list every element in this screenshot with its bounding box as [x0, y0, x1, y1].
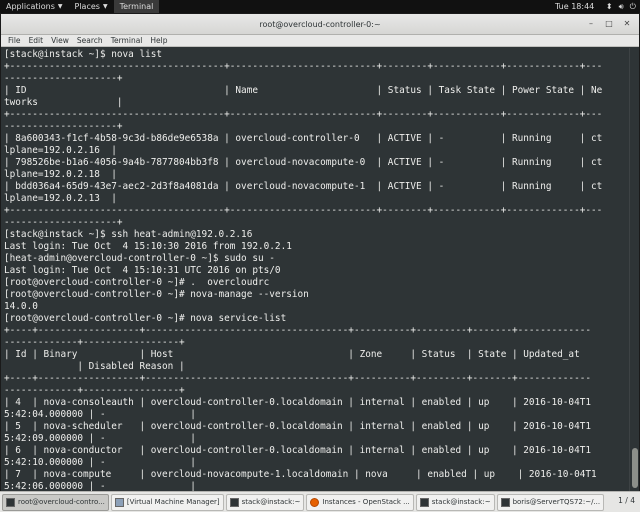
terminal-line: +----+------------------+---------------… — [4, 373, 591, 384]
taskbar-item-virt-manager[interactable]: [Virtual Machine Manager] — [110, 493, 224, 511]
terminal-line: | ID | Name | Status | Task State | Powe… — [4, 85, 603, 96]
taskbar-item-stack-terminal-2[interactable]: stack@instack:~ — [415, 493, 495, 511]
window-title: root@overcloud-controller-0:~ — [259, 19, 381, 29]
taskbar-item-label: Instances - OpenStack ... — [322, 498, 410, 506]
top-panel: Applications ▼ Places ▼ Terminal Tue 18:… — [0, 0, 640, 13]
terminal-line: [stack@instack ~]$ ssh heat-admin@192.0.… — [4, 229, 253, 240]
terminal-app-menu[interactable]: Terminal — [113, 0, 160, 13]
maximize-icon[interactable]: □ — [603, 18, 615, 30]
terminal-line: [root@overcloud-controller-0 ~]# nova-ma… — [4, 289, 309, 300]
taskbar-item-stack-terminal[interactable]: stack@instack:~ — [225, 493, 305, 511]
vm-icon — [114, 497, 124, 507]
taskbar-item-label: stack@instack:~ — [241, 498, 301, 506]
terminal-line: 14.0.0 — [4, 301, 38, 312]
terminal-line: | 6 | nova-conductor | overcloud-control… — [4, 445, 591, 456]
taskbar-item-label: [Virtual Machine Manager] — [126, 498, 220, 506]
chevron-down-icon: ▼ — [57, 3, 63, 10]
terminal-line: 5:42:09.000000 | - | — [4, 433, 196, 444]
terminal-line: | 5 | nova-scheduler | overcloud-control… — [4, 421, 591, 432]
terminal-window: root@overcloud-controller-0:~ – □ ✕ File… — [0, 13, 640, 492]
terminal-line: Last login: Tue Oct 4 15:10:31 UTC 2016 … — [4, 265, 281, 276]
workspace-pager[interactable]: 1 / 4 — [618, 496, 635, 505]
terminal-icon — [500, 497, 510, 507]
terminal-line: lplane=192.0.2.13 | — [4, 193, 117, 204]
close-icon[interactable]: ✕ — [621, 18, 633, 30]
taskbar-item-root-terminal[interactable]: root@overcloud-contro... — [2, 493, 109, 511]
applications-menu[interactable]: Applications ▼ — [0, 0, 69, 13]
terminal-line: +--------------------------------------+… — [4, 205, 603, 216]
terminal-line: 5:42:10.000000 | - | — [4, 457, 196, 468]
taskbar-item-firefox[interactable]: Instances - OpenStack ... — [306, 493, 414, 511]
places-label: Places — [74, 2, 100, 11]
menu-file[interactable]: File — [4, 36, 25, 45]
terminal-icon — [6, 497, 15, 507]
terminal-line: +--------------------------------------+… — [4, 109, 603, 120]
window-menubar: File Edit View Search Terminal Help — [1, 35, 639, 47]
network-icon[interactable]: ⬍ — [606, 2, 613, 11]
terminal-icon — [419, 497, 429, 507]
terminal-line: [heat-admin@overcloud-controller-0 ~]$ s… — [4, 253, 275, 264]
terminal-line: [stack@instack ~]$ nova list — [4, 49, 163, 60]
terminal-line: --------------------+ — [4, 73, 123, 84]
taskbar-item-label: stack@instack:~ — [431, 498, 491, 506]
clock[interactable]: Tue 18:44 — [555, 0, 594, 13]
taskbar-item-boris-terminal[interactable]: boris@ServerTQS72:~/... — [496, 493, 605, 511]
terminal-line: 5:42:04.000000 | - | — [4, 409, 196, 420]
menu-terminal[interactable]: Terminal — [107, 36, 147, 45]
menu-search[interactable]: Search — [73, 36, 107, 45]
firefox-icon — [310, 497, 320, 507]
terminal-scrollbar[interactable] — [629, 48, 639, 492]
taskbar: root@overcloud-contro... [Virtual Machin… — [0, 491, 640, 512]
taskbar-item-label: boris@ServerTQS72:~/... — [512, 498, 601, 506]
terminal-line: Last login: Tue Oct 4 15:10:30 2016 from… — [4, 241, 292, 252]
terminal-line: lplane=192.0.2.16 | — [4, 145, 117, 156]
terminal-line: --------------------+ — [4, 217, 123, 228]
minimize-icon[interactable]: – — [585, 18, 597, 30]
applications-label: Applications — [6, 2, 55, 11]
terminal-line: | 7 | nova-compute | overcloud-novacompu… — [4, 469, 597, 480]
terminal-line: -------------+-----------------+ — [4, 337, 185, 348]
terminal-line: lplane=192.0.2.18 | — [4, 169, 117, 180]
menu-view[interactable]: View — [47, 36, 73, 45]
terminal-line: [root@overcloud-controller-0 ~]# . overc… — [4, 277, 270, 288]
terminal-line: | 798526be-b1a6-4056-9a4b-7877804bb3f8 |… — [4, 157, 603, 168]
terminal-line: +----+------------------+---------------… — [4, 325, 591, 336]
scrollbar-thumb[interactable] — [632, 448, 638, 488]
power-icon[interactable]: ⏻ — [630, 2, 636, 12]
terminal-icon — [229, 497, 239, 507]
chevron-down-icon: ▼ — [102, 3, 108, 10]
terminal-line: | bdd036a4-65d9-43e7-aec2-2d3f8a4081da |… — [4, 181, 603, 192]
terminal-line: | Disabled Reason | — [4, 361, 185, 372]
terminal-line: [root@overcloud-controller-0 ~]# nova se… — [4, 313, 287, 324]
system-tray[interactable]: ⬍ 🔊︎ ⏻ — [606, 0, 636, 13]
terminal-line: | 4 | nova-consoleauth | overcloud-contr… — [4, 397, 591, 408]
terminal-line: | 8a600343-f1cf-4b58-9c3d-b86de9e6538a |… — [4, 133, 603, 144]
taskbar-item-label: root@overcloud-contro... — [18, 498, 105, 506]
places-menu[interactable]: Places ▼ — [69, 0, 114, 13]
terminal-line: -------------+-----------------+ — [4, 385, 185, 396]
terminal-app-label: Terminal — [119, 2, 154, 11]
menu-help[interactable]: Help — [146, 36, 171, 45]
terminal-line: --------------------+ — [4, 121, 123, 132]
menu-edit[interactable]: Edit — [25, 36, 48, 45]
volume-icon[interactable]: 🔊︎ — [619, 2, 624, 12]
terminal-line: | Id | Binary | Host | Zone | Status | S… — [4, 349, 580, 360]
terminal-line: +--------------------------------------+… — [4, 61, 603, 72]
terminal-output[interactable]: [stack@instack ~]$ nova list +-----------… — [1, 48, 629, 492]
terminal-line: tworks | — [4, 97, 123, 108]
window-titlebar[interactable]: root@overcloud-controller-0:~ – □ ✕ — [1, 14, 639, 35]
